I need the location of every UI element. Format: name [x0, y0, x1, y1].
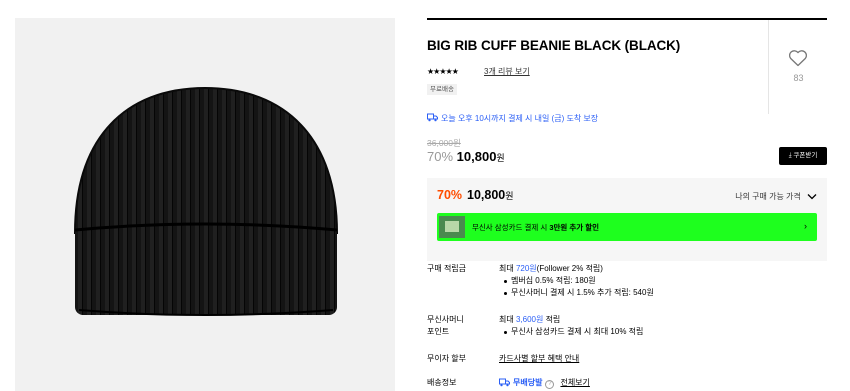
discount-rate: 70% — [427, 149, 454, 164]
review-link[interactable]: 3개 리뷰 보기 — [484, 66, 530, 77]
currency: 원 — [496, 153, 505, 163]
heart-icon — [788, 49, 808, 72]
delivery-guarantee[interactable]: 오늘 오후 10시까지 결제 시 내일 (금) 도착 보장 — [427, 113, 598, 124]
like-button[interactable]: 83 — [768, 20, 827, 114]
money-label: 무신사머니포인트 — [427, 314, 491, 338]
money-sub-1: 무신사 삼성카드 결제 시 최대 10% 적립 — [499, 326, 819, 338]
points-prefix: 최대 — [499, 264, 516, 273]
benefit-rate: 70% — [437, 188, 463, 202]
price-line: 70% 10,800원 — [427, 149, 505, 164]
shipping-link[interactable]: 전체보기 — [560, 378, 589, 387]
original-price: 36,000원 — [427, 138, 461, 148]
points-amount: 720원 — [515, 264, 537, 273]
money-row: 무신사머니포인트 최대 3,600원 적립 무신사 삼성카드 결제 시 최대 1… — [427, 314, 827, 340]
benefit-price-value: 10,800 — [467, 188, 506, 202]
sale-price: 10,800 — [456, 149, 497, 164]
installment-value: 카드사별 할부 혜택 안내 — [499, 353, 819, 365]
money-suffix: 적립 — [543, 315, 561, 324]
points-sub-2: 무신사머니 결제 시 1.5% 추가 적립: 540원 — [499, 287, 819, 299]
installment-label: 무이자 할부 — [427, 354, 467, 363]
money-amount: 3,600원 — [515, 315, 544, 324]
chevron-down-icon — [807, 193, 817, 202]
delivery-text: 오늘 오후 10시까지 결제 시 내일 (금) 도착 보장 — [441, 114, 599, 123]
shipping-label: 배송정보 — [427, 378, 457, 387]
coupon-button[interactable]: ⤓ 쿠폰받기 — [779, 147, 827, 165]
money-label-1: 무신사머니 — [427, 315, 464, 324]
truck-icon — [499, 378, 510, 391]
truck-icon — [427, 113, 438, 124]
product-page: BIG RIB CUFF BEANIE BLACK (BLACK) 83 ★★★… — [0, 0, 850, 391]
help-icon[interactable]: ? — [545, 380, 555, 389]
benefit-box: 70% 10,800원 나의 구매 가능 가격 무신사 삼성카드 결제 시 3만… — [427, 178, 827, 261]
product-info-panel: BIG RIB CUFF BEANIE BLACK (BLACK) 83 ★★★… — [427, 18, 827, 391]
card-banner-prefix: 무신사 삼성카드 결제 시 — [472, 223, 550, 232]
like-count: 83 — [793, 73, 804, 83]
beanie-illustration — [73, 86, 339, 316]
my-price-toggle[interactable]: 나의 구매 가능 가격 — [735, 191, 817, 202]
points-suffix: (Follower 2% 적립) — [536, 264, 603, 273]
card-image — [439, 216, 465, 238]
product-title: BIG RIB CUFF BEANIE BLACK (BLACK) — [427, 38, 681, 53]
card-banner-text: 무신사 삼성카드 결제 시 3만원 추가 할인 — [472, 222, 599, 233]
points-label: 구매 적립금 — [427, 264, 467, 273]
shipping-row: 배송정보 무배당발? 전체보기 — [427, 377, 827, 389]
product-image[interactable] — [15, 18, 395, 391]
currency: 원 — [505, 191, 514, 201]
money-value: 최대 3,600원 적립 무신사 삼성카드 결제 시 최대 10% 적립 — [499, 314, 819, 338]
shipping-value: 무배당발? 전체보기 — [499, 377, 819, 391]
points-row: 구매 적립금 최대 720원(Follower 2% 적립) 멤버십 0.5% … — [427, 263, 827, 303]
download-icon: ⤓ — [788, 152, 792, 159]
installment-row: 무이자 할부 카드사별 할부 혜택 안내 — [427, 353, 827, 365]
my-price-label: 나의 구매 가능 가격 — [735, 192, 801, 201]
rating-stars: ★★★★★ — [427, 67, 459, 76]
benefit-price: 10,800원 — [467, 188, 514, 202]
chevron-right-icon: › — [804, 221, 807, 231]
money-prefix: 최대 — [499, 315, 516, 324]
installment-link[interactable]: 카드사별 할부 혜택 안내 — [499, 354, 579, 363]
divider — [427, 18, 827, 20]
points-value: 최대 720원(Follower 2% 적립) 멤버십 0.5% 적립: 180… — [499, 263, 819, 299]
coupon-button-label: 쿠폰받기 — [793, 152, 818, 159]
free-shipping-tag: 무료배송 — [427, 84, 457, 95]
money-label-2: 포인트 — [427, 327, 450, 336]
card-banner-highlight: 3만원 추가 할인 — [549, 223, 600, 232]
card-discount-banner[interactable]: 무신사 삼성카드 결제 시 3만원 추가 할인 › — [437, 213, 817, 241]
points-sub-1: 멤버십 0.5% 적립: 180원 — [499, 275, 819, 287]
shipping-badge: 무배당발 — [513, 378, 543, 387]
